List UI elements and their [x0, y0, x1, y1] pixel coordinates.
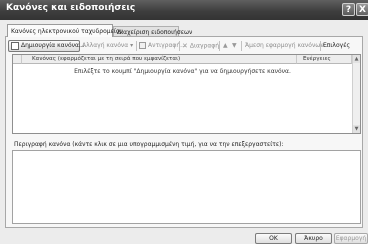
change-rule-button[interactable]: Αλλαγή κανόνα ▾ [82, 40, 133, 52]
toolbar-separator [179, 41, 180, 51]
toolbar-separator [136, 41, 137, 51]
new-document-icon [11, 41, 19, 50]
rule-description-label: Περιγραφή κανόνα (κάντε κλικ σε μια υπογ… [14, 141, 284, 148]
help-button[interactable]: ? [342, 3, 355, 16]
window-title: Κανόνες και ειδοποιήσεις [6, 3, 136, 13]
toolbar-separator [219, 41, 220, 51]
new-rule-button[interactable]: Δημιουργία κανόνα... [8, 40, 85, 52]
chevron-down-icon: ▾ [130, 42, 134, 49]
apply-button[interactable]: Εφαρμογή [334, 233, 368, 244]
rules-and-alerts-dialog: Κανόνες και ειδοποιήσεις ? X Κανόνες ηλε… [0, 0, 368, 244]
column-header-actions[interactable]: Ενέργειες [297, 55, 352, 64]
rule-description-box[interactable] [12, 150, 361, 224]
toolbar-separator [320, 41, 321, 51]
close-button[interactable]: X [356, 3, 368, 16]
new-rule-label: Δημιουργία κανόνα... [21, 42, 85, 49]
options-button[interactable]: Επιλογές [323, 40, 350, 52]
options-label: Επιλογές [323, 42, 350, 49]
ok-button[interactable]: OK [255, 233, 292, 244]
column-header-rule[interactable]: Κανόνας (εφαρμόζεται με τη σειρά που εμφ… [22, 55, 297, 64]
title-bar[interactable]: Κανόνες και ειδοποιήσεις ? X [0, 0, 368, 20]
delete-label: Διαγραφή [189, 42, 220, 50]
move-down-icon: ▼ [232, 42, 237, 49]
move-down-button[interactable]: ▼ [232, 40, 237, 52]
rules-toolbar: Δημιουργία κανόνα... Αλλαγή κανόνα ▾ Αντ… [8, 40, 360, 52]
close-icon: X [359, 5, 366, 15]
question-mark-icon: ? [345, 5, 352, 15]
scroll-down-arrow-icon[interactable]: ▼ [353, 125, 360, 133]
tab-email-rules[interactable]: Κανόνες ηλεκτρονικού ταχυδρομείου [7, 24, 123, 37]
vertical-scrollbar[interactable]: ▲ ▼ [352, 55, 360, 133]
toolbar-separator [241, 41, 242, 51]
delete-rule-button[interactable]: ✕ Διαγραφή [182, 40, 219, 52]
run-rules-label: Άμεση εφαρμογή κανόνων... [245, 42, 330, 49]
copy-icon [139, 42, 146, 49]
run-rules-button[interactable]: Άμεση εφαρμογή κανόνων... [245, 40, 329, 52]
cancel-button[interactable]: Άκυρο [295, 233, 332, 244]
empty-list-message: Επιλέξτε το κουμπί "Δημιουργία κανόνα" γ… [74, 68, 291, 75]
rules-list[interactable]: Κανόνας (εφαρμόζεται με τη σειρά που εμφ… [12, 54, 361, 134]
delete-x-icon: ✕ [182, 42, 188, 50]
scroll-up-arrow-icon[interactable]: ▲ [353, 55, 360, 63]
move-up-button[interactable]: ▲ [223, 40, 228, 52]
column-header-checkbox[interactable] [13, 55, 22, 64]
change-rule-label: Αλλαγή κανόνα [82, 42, 129, 49]
copy-label: Αντιγραφή... [148, 42, 186, 49]
move-up-icon: ▲ [223, 42, 228, 49]
